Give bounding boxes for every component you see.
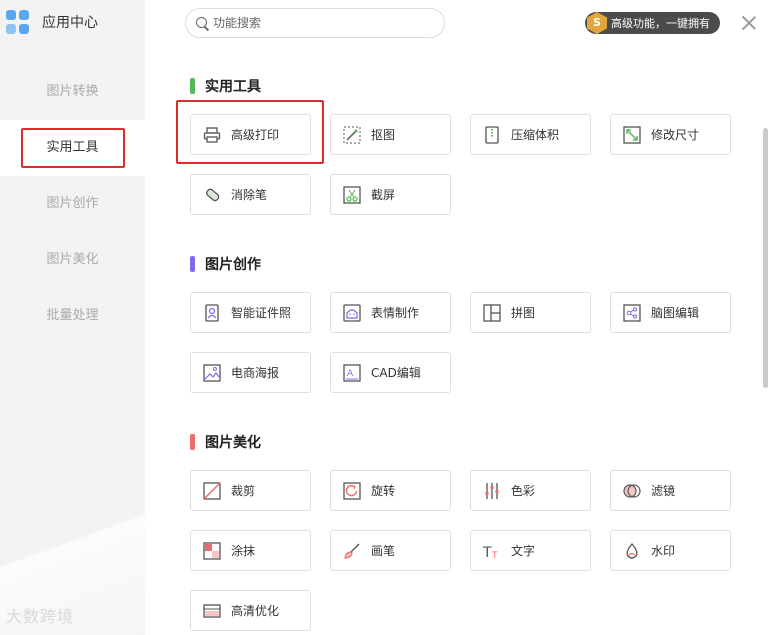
section-title-text: 图片创作 <box>205 257 261 273</box>
eraser-icon <box>203 186 221 204</box>
cad-icon: A <box>343 363 361 382</box>
sidebar-item-label: 批量处理 <box>46 308 99 323</box>
tool-button[interactable]: 涂抹 <box>190 530 311 571</box>
section-title: 图片美化 <box>190 432 261 452</box>
tool-label: 智能证件照 <box>231 306 292 320</box>
tool-button[interactable]: 修改尺寸 <box>610 114 731 155</box>
search-box[interactable] <box>185 8 445 38</box>
tool-label: 色彩 <box>511 484 536 498</box>
tool-label: 滤镜 <box>651 484 676 498</box>
section-title-text: 图片美化 <box>205 435 261 451</box>
tool-button[interactable]: 压缩体积 <box>470 114 591 155</box>
tool-button[interactable]: 电商海报 <box>190 352 311 393</box>
tool-label: 表情制作 <box>371 306 420 320</box>
tool-label: 压缩体积 <box>511 128 560 142</box>
cutout-icon <box>343 126 361 144</box>
tool-button[interactable]: 脑图编辑 <box>610 292 731 333</box>
resize-icon <box>623 125 641 144</box>
tool-button[interactable]: 高级打印 <box>190 114 311 155</box>
tool-button[interactable]: 拼图 <box>470 292 591 333</box>
tool-button[interactable]: 高清优化 <box>190 590 311 631</box>
section-accent-bar <box>190 78 195 94</box>
sidebar-item-utility-tools[interactable]: 实用工具 <box>0 120 145 176</box>
watermark-text: 大数跨境 <box>6 607 75 626</box>
tool-label: 画笔 <box>371 544 396 558</box>
tool-label: 电商海报 <box>231 366 280 380</box>
tool-label: 涂抹 <box>231 544 256 558</box>
scrollbar-thumb[interactable] <box>763 128 768 388</box>
tool-button[interactable]: A CAD编辑 <box>330 352 451 393</box>
mindmap-icon <box>623 303 641 322</box>
svg-text:T: T <box>483 545 492 560</box>
tool-button[interactable]: 抠图 <box>330 114 451 155</box>
section-accent-bar <box>190 434 195 450</box>
sidebar-item-batch-process[interactable]: 批量处理 <box>0 288 145 344</box>
section-title: 实用工具 <box>190 76 261 96</box>
poster-icon <box>203 363 221 382</box>
tool-label: 抠图 <box>371 128 396 142</box>
svg-text:T: T <box>491 551 498 560</box>
app-title: 应用中心 <box>42 15 98 31</box>
search-icon <box>196 16 209 30</box>
tool-label: 高清优化 <box>231 604 280 618</box>
tool-label: CAD编辑 <box>371 366 421 380</box>
collage-icon <box>483 303 501 322</box>
tool-button[interactable]: 截屏 <box>330 174 451 215</box>
tool-label: 旋转 <box>371 484 396 498</box>
id-photo-icon <box>203 303 221 322</box>
tool-label: 消除笔 <box>231 188 268 202</box>
tool-button[interactable]: 消除笔 <box>190 174 311 215</box>
sidebar-item-label: 图片创作 <box>46 196 99 211</box>
premium-banner[interactable]: S 高级功能，一键拥有 <box>585 12 720 34</box>
tool-button[interactable]: 表情制作 <box>330 292 451 333</box>
sidebar-item-image-convert[interactable]: 图片转换 <box>0 64 145 120</box>
tool-label: 裁剪 <box>231 484 256 498</box>
tool-label: 修改尺寸 <box>651 128 700 142</box>
app-header: 应用中心 <box>6 10 98 34</box>
tool-button[interactable]: 裁剪 <box>190 470 311 511</box>
sidebar-item-image-create[interactable]: 图片创作 <box>0 176 145 232</box>
watermark-icon <box>623 542 641 560</box>
filter-icon <box>623 482 641 500</box>
tool-label: 截屏 <box>371 188 396 202</box>
close-icon[interactable] <box>740 14 758 32</box>
brush-icon <box>343 542 361 560</box>
text-icon: TT <box>482 542 501 561</box>
tool-button[interactable]: 画笔 <box>330 530 451 571</box>
smudge-icon <box>203 541 221 560</box>
hd-enhance-icon <box>203 602 221 620</box>
svg-text:A: A <box>347 369 354 379</box>
tool-label: 脑图编辑 <box>651 306 700 320</box>
color-adjust-icon <box>483 482 501 500</box>
section-title: 图片创作 <box>190 254 261 274</box>
premium-text: 高级功能，一键拥有 <box>611 17 710 30</box>
emoji-icon <box>343 303 361 322</box>
tool-label: 高级打印 <box>231 128 280 142</box>
sidebar-item-label: 图片转换 <box>46 84 99 99</box>
tool-label: 水印 <box>651 544 676 558</box>
sidebar-item-label: 图片美化 <box>46 252 99 267</box>
printer-icon <box>203 126 221 144</box>
tool-button[interactable]: 智能证件照 <box>190 292 311 333</box>
section-accent-bar <box>190 256 195 272</box>
app-center-icon <box>6 10 30 34</box>
premium-badge-icon: S <box>587 12 607 34</box>
tool-button[interactable]: 水印 <box>610 530 731 571</box>
sidebar: 应用中心 图片转换 实用工具 图片创作 图片美化 批量处理 大数跨境 <box>0 0 145 635</box>
screenshot-icon <box>343 185 361 204</box>
sidebar-item-label: 实用工具 <box>20 127 125 168</box>
tool-button[interactable]: 色彩 <box>470 470 591 511</box>
tool-label: 文字 <box>511 544 536 558</box>
compress-icon <box>483 125 501 144</box>
tool-button[interactable]: 旋转 <box>330 470 451 511</box>
sidebar-item-image-beautify[interactable]: 图片美化 <box>0 232 145 288</box>
tool-button[interactable]: 滤镜 <box>610 470 731 511</box>
sidebar-nav: 图片转换 实用工具 图片创作 图片美化 批量处理 <box>0 64 145 344</box>
search-input[interactable] <box>213 16 413 30</box>
rotate-icon <box>343 481 361 500</box>
tool-button[interactable]: T T 文字 <box>470 530 591 571</box>
section-title-text: 实用工具 <box>205 79 261 95</box>
crop-icon <box>203 481 221 500</box>
tool-label: 拼图 <box>511 306 536 320</box>
